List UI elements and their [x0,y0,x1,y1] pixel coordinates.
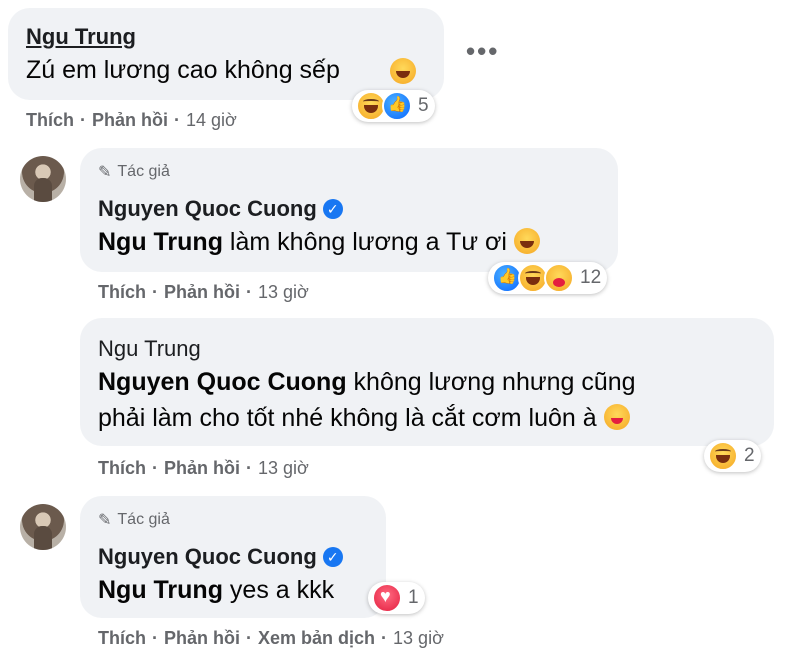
reply-link[interactable]: Phản hồi [164,458,240,479]
separator: · [80,110,86,130]
pencil-icon: ✎ [98,164,112,181]
separator: · [152,458,158,478]
reaction-count: 2 [744,445,755,466]
separator: · [152,628,158,648]
reply-link[interactable]: Phản hồi [92,110,168,131]
mention-link[interactable]: Ngu Trung [98,228,223,256]
separator: · [246,282,252,302]
comment-text-line2: phải làm cho tốt nhé không là cắt cơm lu… [98,404,630,433]
verified-icon: ✓ [322,199,343,219]
separator: · [152,282,158,302]
comment-author-name[interactable]: Nguyen Quoc Cuong [98,544,317,569]
comment-author[interactable]: Ngu Trung [26,24,136,50]
reaction-summary[interactable]: 1 [368,582,425,614]
timestamp[interactable]: 13 giờ [258,282,309,303]
author-badge: ✎ Tác giả [98,510,170,530]
comment-actions: Thích · Phản hồi · 13 giờ [98,458,309,479]
pencil-icon: ✎ [98,512,112,529]
comment-author[interactable]: Ngu Trung [98,336,201,362]
comment-body: không lương nhưng cũng [346,368,636,396]
timestamp[interactable]: 14 giờ [186,110,237,131]
like-link[interactable]: Thích [98,458,146,479]
haha-reaction-icon [708,441,738,471]
avatar[interactable] [20,156,66,202]
comment-actions: Thích · Phản hồi · Xem bản dịch · 13 giờ [98,628,444,649]
reaction-summary[interactable]: 5 [352,90,435,122]
comment-body: yes a kkk [222,576,335,604]
reaction-count: 5 [418,95,429,116]
more-options-icon[interactable]: ••• [466,36,499,67]
timestamp[interactable]: 13 giờ [393,628,444,649]
like-link[interactable]: Thích [98,282,146,303]
wink-emoji-icon [603,404,630,430]
reaction-summary[interactable]: 2 [704,440,761,472]
author-badge-label: Tác giả [117,163,170,180]
verified-icon: ✓ [322,547,343,567]
reaction-count: 12 [580,267,602,288]
comment-author[interactable]: Nguyen Quoc Cuong ✓ [98,544,343,570]
comment-actions: Thích · Phản hồi · 13 giờ [98,282,309,303]
care-reaction-icon [544,263,574,293]
comment-bubble [8,8,444,100]
like-link[interactable]: Thích [98,628,146,649]
mention-link[interactable]: Nguyen Quoc Cuong [98,368,347,396]
reaction-count: 1 [408,587,419,608]
comment-body: phải làm cho tốt nhé không là cắt cơm lu… [98,404,597,432]
author-badge-label: Tác giả [117,511,170,528]
comment-text: Ngu Trung yes a kkk [98,576,334,605]
timestamp[interactable]: 13 giờ [258,458,309,479]
comment-author-name[interactable]: Nguyen Quoc Cuong [98,196,317,221]
comment-text-line1: Nguyen Quoc Cuong không lương nhưng cũng [98,368,636,397]
comment-text: Ngu Trung làm không lương a Tư ơi [98,228,540,257]
comment-author[interactable]: Nguyen Quoc Cuong ✓ [98,196,343,222]
avatar[interactable] [20,504,66,550]
author-badge: ✎ Tác giả [98,162,170,182]
reply-link[interactable]: Phản hồi [164,282,240,303]
reaction-summary[interactable]: 12 [488,262,608,294]
love-reaction-icon [372,583,402,613]
separator: · [174,110,180,130]
comment-actions: Thích · Phản hồi · 14 giờ [26,110,237,131]
haha-emoji-icon [390,58,416,84]
comment-body: làm không lương a Tư ơi [222,228,507,256]
separator: · [381,628,388,648]
like-link[interactable]: Thích [26,110,74,131]
separator: · [246,458,252,478]
like-reaction-icon [382,91,412,121]
reply-link[interactable]: Phản hồi [164,628,240,649]
mention-link[interactable]: Ngu Trung [98,576,223,604]
haha-emoji-icon [513,228,540,254]
translate-link[interactable]: Xem bản dịch [258,628,375,649]
comment-text: Zú em lương cao không sếp [26,56,340,84]
separator: · [246,628,252,648]
